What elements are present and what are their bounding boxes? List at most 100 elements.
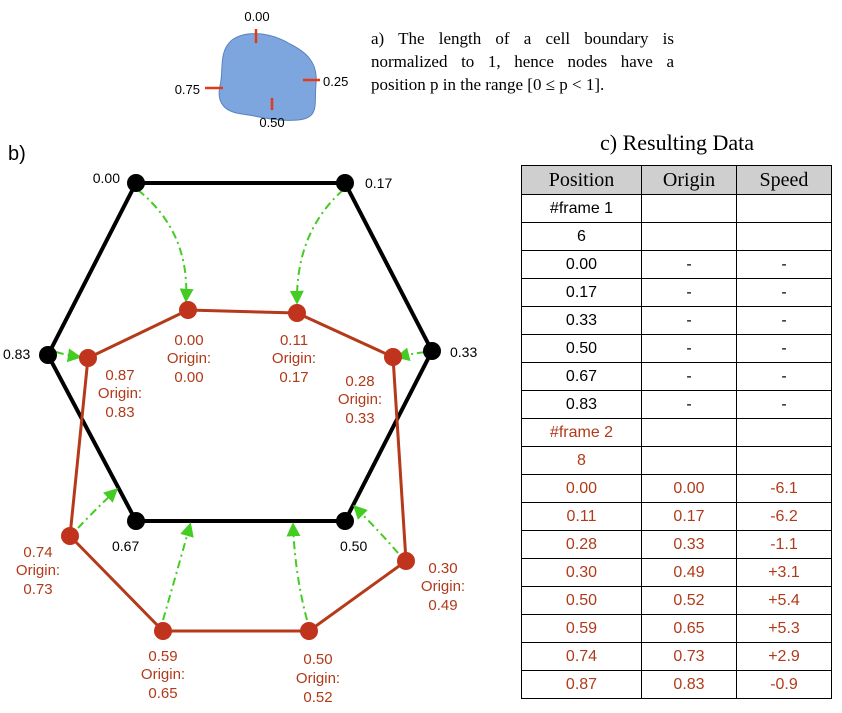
frame2-position: 0.87 [105,367,134,384]
cell-speed [736,418,832,447]
frame2-origin-label: Origin: [338,391,382,408]
table-row: 0.17- - [521,278,832,307]
cell-position: 8 [521,446,642,475]
cell-speed [736,222,832,251]
frame2-origin: 0.17 [279,369,308,386]
header-origin: Origin [641,165,737,195]
resulting-data-table: Position Origin Speed #frame 1 6 0.00- -0.1… [521,165,832,699]
frame2-position: 0.30 [428,560,457,577]
cell-position: 0.74 [521,642,642,671]
cell-speed: -1.1 [736,530,832,559]
frame2-origin: 0.73 [23,581,52,598]
cell-position: 0.17 [521,278,642,307]
cell-position: 0.50 [521,334,642,363]
cell-label-0-75: 0.75 [175,82,200,97]
table-row: #frame 2 [521,418,832,447]
frame1-node [336,174,354,192]
frame1-hexagon [45,181,435,523]
frame1-label: 0.00 [93,170,120,186]
cell-origin [641,194,737,223]
cell-position: 0.59 [521,614,642,643]
frame1-label: 0.67 [112,538,139,554]
cell-speed: - [736,306,832,335]
cell-origin [641,446,737,475]
table-row: 0.67- - [521,362,832,391]
cell-speed: - [736,334,832,363]
table-row: 0.50- - [521,334,832,363]
cell-origin: 0.49 [641,558,737,587]
frame2-position: 0.50 [303,651,332,668]
figure: 0.00 0.25 0.50 0.75 b) 0.00 0.17 0.33 0.… [0,0,842,713]
frame1-node [423,342,441,360]
cell-origin: - [641,278,737,307]
cell-speed: -0.9 [736,670,832,699]
arrow-0-73 [77,488,119,529]
cell-origin: - [641,362,737,391]
table-body: #frame 1 6 0.00- -0.17- -0.33- -0.50- -0.67- -0… [521,194,832,699]
cell-origin: 0.52 [641,586,737,615]
cell-origin: - [641,306,737,335]
table-row: 0.30 0.49 +3.1 [521,558,832,587]
cell-label-0-25: 0.25 [323,74,348,89]
cell-position: 0.30 [521,558,642,587]
frame1-node [127,512,145,530]
panel-b-label: b) [8,143,26,165]
table-row: 0.00- - [521,250,832,279]
frame2-position: 0.28 [345,373,374,390]
cell-origin: 0.17 [641,502,737,531]
cell-position: 0.11 [521,502,642,531]
frame1-label: 0.17 [365,175,392,191]
cell-speed [736,446,832,475]
frame1-node [336,512,354,530]
cell-speed: - [736,250,832,279]
frame1-label: 0.50 [340,538,367,554]
table-row: 0.59 0.65 +5.3 [521,614,832,643]
frame2-position: 0.74 [23,544,52,561]
frame2-node [79,349,97,367]
table-row: 8 [521,446,832,475]
arrow-0-00 [137,189,194,303]
table-row: 0.33- - [521,306,832,335]
cell-origin: - [641,334,737,363]
cell-speed: +5.4 [736,586,832,615]
caption-line: a) The length of a cell boundary is [371,29,674,48]
cell-speed: +2.9 [736,642,832,671]
frame2-node [288,304,306,322]
table-row: 0.00 0.00 -6.1 [521,474,832,503]
cell-speed: - [736,390,832,419]
cell-position: #frame 2 [521,418,642,447]
frame2-origin-label: Origin: [421,578,465,595]
cell-speed: - [736,278,832,307]
frame1-node [127,174,145,192]
frame2-origin: 0.65 [148,685,177,702]
cell-speed: +3.1 [736,558,832,587]
frame2-origin: 0.00 [174,369,203,386]
frame2-position: 0.00 [174,332,203,349]
frame1-node [39,346,57,364]
arrow-0-17 [289,189,344,305]
cell-origin: - [641,250,737,279]
cell-origin: 0.33 [641,530,737,559]
cell-position: 0.00 [521,250,642,279]
cell-position: 0.67 [521,362,642,391]
frame2-origin: 0.83 [105,404,134,421]
cell-position: 0.33 [521,306,642,335]
cell-speed: -6.2 [736,502,832,531]
table-row: 0.87 0.83 -0.9 [521,670,832,699]
arrow-0-52 [286,522,308,621]
cell-position: 0.83 [521,390,642,419]
frame2-node [179,301,197,319]
table-row: 0.83- - [521,390,832,419]
cell-origin: 0.73 [641,642,737,671]
table-row: #frame 1 [521,194,832,223]
frame2-origin-label: Origin: [296,670,340,687]
frame2-origin-label: Origin: [16,562,60,579]
table-header-row: Position Origin Speed [521,165,832,195]
cell-label-0-00: 0.00 [244,9,269,24]
cell-origin: 0.65 [641,614,737,643]
table-row: 0.28 0.33 -1.1 [521,530,832,559]
cell-shape [218,33,317,121]
arrow-0-65 [162,522,194,621]
cell-speed [736,194,832,223]
table-row: 0.74 0.73 +2.9 [521,642,832,671]
